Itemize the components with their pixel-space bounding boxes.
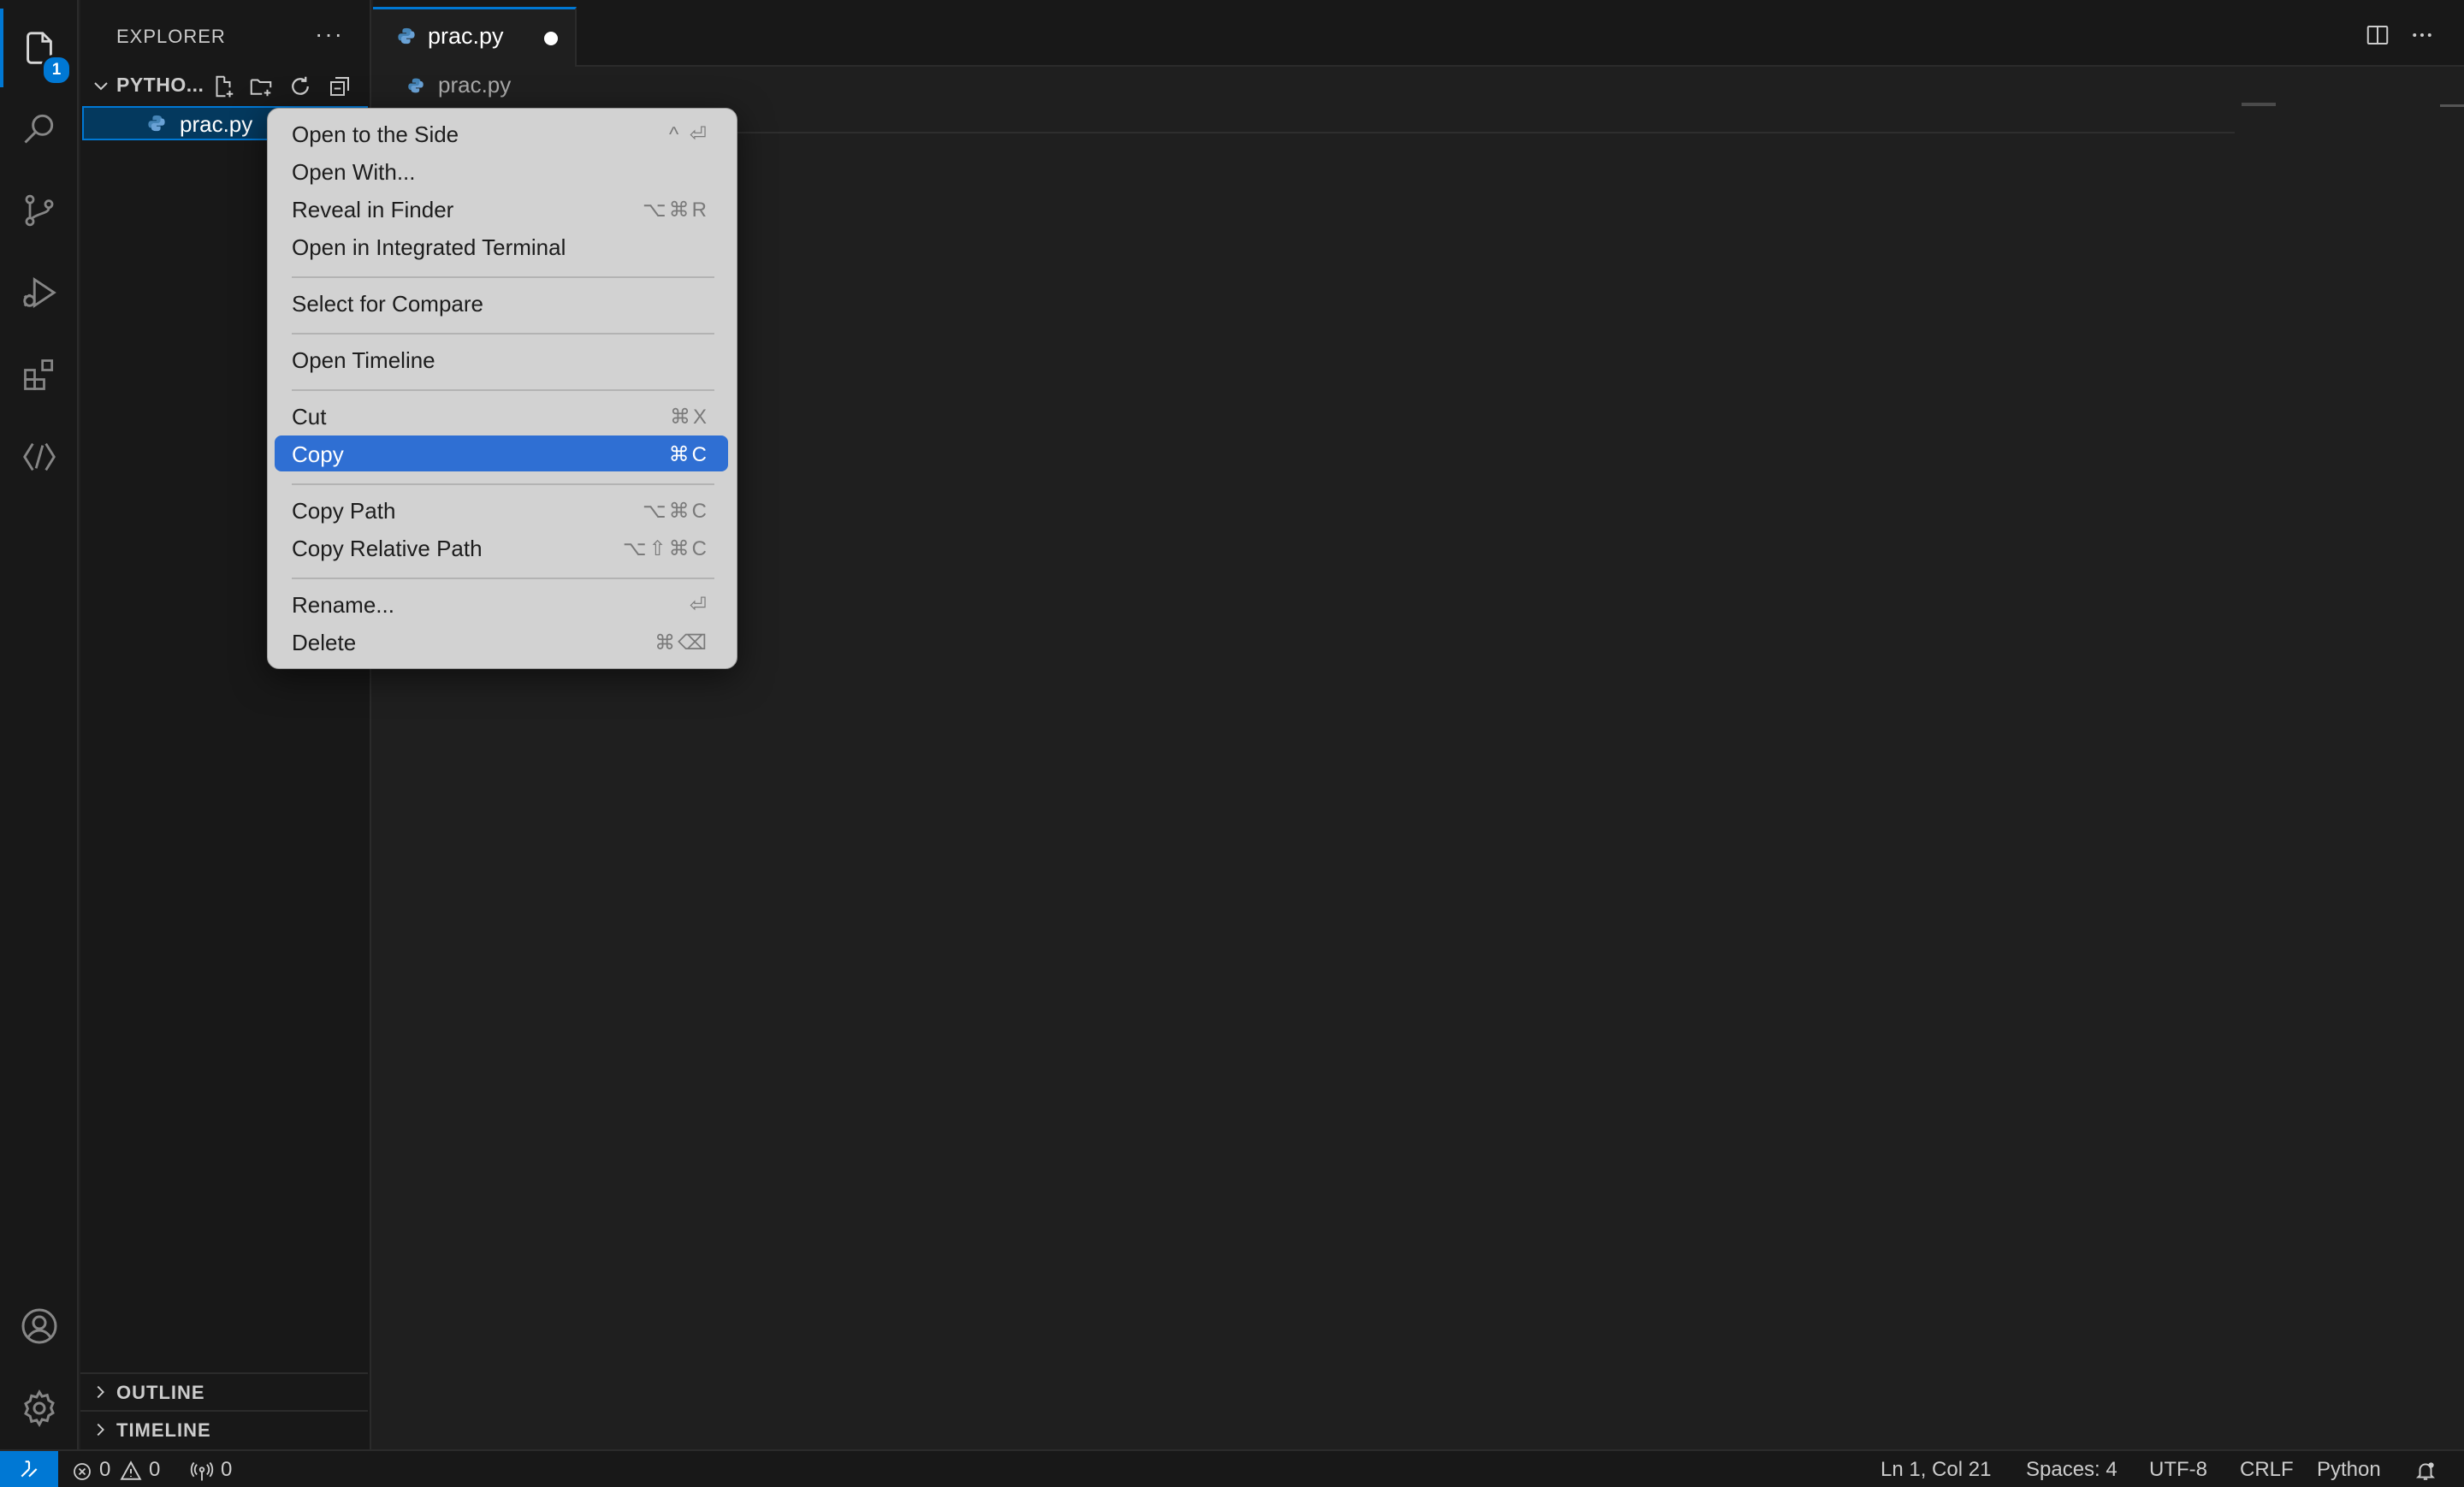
remote-explorer-icon[interactable] — [0, 418, 79, 496]
menu-item-shortcut: ⌘X — [669, 406, 709, 429]
menu-item-delete[interactable]: Delete ⌘⌫ — [275, 624, 728, 660]
menu-item-shortcut: ⌥⌘C — [643, 500, 709, 523]
warning-icon[interactable] — [120, 1460, 142, 1482]
notifications-bell-icon[interactable] — [2414, 1460, 2437, 1482]
menu-separator — [292, 578, 714, 579]
menu-item-shortcut: ^ ⏎ — [668, 123, 709, 146]
run-debug-icon[interactable] — [0, 253, 79, 332]
minimap[interactable] — [2242, 103, 2276, 106]
menu-item-shortcut: ⏎ — [689, 594, 709, 617]
outline-section[interactable]: OUTLINE — [80, 1372, 368, 1410]
status-bar: 0 0 0 Ln 1, Col 21 Spaces: 4 UTF-8 CRLF … — [0, 1449, 2464, 1487]
refresh-icon[interactable] — [287, 74, 313, 99]
collapse-all-icon[interactable] — [327, 74, 352, 99]
menu-item-open-in-terminal[interactable]: Open in Integrated Terminal — [275, 228, 728, 264]
python-file-icon — [408, 78, 424, 93]
activity-bar: 1 — [0, 0, 79, 1449]
new-folder-icon[interactable] — [248, 74, 274, 99]
indentation[interactable]: Spaces: 4 — [2026, 1458, 2118, 1482]
menu-item-open-timeline[interactable]: Open Timeline — [275, 341, 728, 377]
cursor-position[interactable]: Ln 1, Col 21 — [1881, 1458, 1991, 1482]
editor-tab-strip: prac.py — [373, 0, 2464, 67]
menu-item-label: Open to the Side — [292, 121, 459, 147]
breadcrumb-file: prac.py — [438, 72, 512, 98]
explorer-badge: 1 — [41, 55, 72, 86]
python-file-icon — [398, 27, 415, 44]
error-count[interactable]: 0 — [99, 1458, 110, 1482]
timeline-section[interactable]: TIMELINE — [80, 1410, 368, 1448]
menu-item-copy-relative-path[interactable]: Copy Relative Path ⌥⇧⌘C — [275, 530, 728, 566]
scrollbar[interactable] — [2440, 104, 2464, 107]
menu-item-select-for-compare[interactable]: Select for Compare — [275, 285, 728, 321]
menu-item-label: Open Timeline — [292, 347, 435, 373]
timeline-label: TIMELINE — [116, 1419, 211, 1441]
explorer-icon[interactable]: 1 — [0, 9, 79, 87]
menu-separator — [292, 483, 714, 485]
menu-separator — [292, 276, 714, 278]
settings-gear-icon[interactable] — [0, 1369, 79, 1448]
current-line-highlight — [737, 132, 2235, 133]
language-mode[interactable]: Python — [2317, 1458, 2381, 1482]
menu-separator — [292, 389, 714, 391]
menu-item-shortcut: ⌘C — [668, 443, 709, 466]
extensions-icon[interactable] — [0, 335, 79, 414]
menu-item-label: Open With... — [292, 159, 416, 185]
remote-indicator-button[interactable] — [0, 1451, 58, 1487]
ports-broadcast-icon[interactable] — [190, 1460, 214, 1484]
sidebar-title: EXPLORER — [116, 26, 226, 47]
unsaved-dot-icon[interactable] — [544, 32, 558, 45]
error-icon[interactable] — [72, 1461, 92, 1482]
python-file-icon — [148, 115, 165, 132]
menu-item-shortcut: ⌥⇧⌘C — [622, 537, 709, 560]
tab-label: prac.py — [428, 23, 504, 49]
sidebar-more-button[interactable]: ··· — [315, 21, 344, 48]
menu-item-label: Delete — [292, 630, 357, 655]
source-control-icon[interactable] — [0, 171, 79, 250]
search-icon[interactable] — [0, 89, 79, 168]
tab-prac-py[interactable]: prac.py — [373, 7, 577, 67]
menu-item-open-with[interactable]: Open With... — [275, 153, 728, 189]
new-file-icon[interactable] — [210, 74, 236, 99]
menu-item-label: Copy Relative Path — [292, 536, 483, 561]
end-of-line[interactable]: CRLF — [2240, 1458, 2294, 1482]
encoding[interactable]: UTF-8 — [2149, 1458, 2207, 1482]
accounts-icon[interactable] — [0, 1287, 79, 1366]
folder-row[interactable]: PYTHO... — [80, 68, 368, 103]
menu-item-label: Cut — [292, 404, 327, 430]
chevron-right-icon — [97, 1385, 104, 1399]
file-name: prac.py — [180, 111, 253, 137]
menu-item-label: Rename... — [292, 592, 394, 618]
menu-item-shortcut: ⌥⌘R — [643, 198, 709, 222]
chevron-right-icon — [97, 1423, 104, 1437]
chevron-down-icon — [94, 82, 108, 91]
menu-item-rename[interactable]: Rename... ⏎ — [275, 586, 728, 622]
warning-count[interactable]: 0 — [149, 1458, 160, 1482]
menu-item-copy[interactable]: Copy ⌘C — [275, 435, 728, 471]
menu-item-reveal-in-finder[interactable]: Reveal in Finder ⌥⌘R — [275, 191, 728, 227]
menu-item-open-to-side[interactable]: Open to the Side ^ ⏎ — [275, 116, 728, 151]
menu-item-label: Open in Integrated Terminal — [292, 234, 566, 260]
menu-item-label: Copy Path — [292, 498, 396, 524]
menu-separator — [292, 333, 714, 335]
folder-name: PYTHO... — [116, 74, 204, 96]
remote-icon — [21, 1460, 38, 1478]
more-actions-icon[interactable] — [2409, 22, 2435, 48]
menu-item-copy-path[interactable]: Copy Path ⌥⌘C — [275, 492, 728, 528]
ports-count[interactable]: 0 — [221, 1458, 232, 1482]
split-editor-icon[interactable] — [2365, 22, 2390, 48]
menu-item-label: Copy — [292, 441, 344, 467]
context-menu: Open to the Side ^ ⏎ Open With... Reveal… — [267, 108, 737, 669]
menu-item-label: Select for Compare — [292, 291, 483, 317]
menu-item-shortcut: ⌘⌫ — [654, 631, 709, 655]
menu-item-cut[interactable]: Cut ⌘X — [275, 398, 728, 434]
outline-label: OUTLINE — [116, 1382, 205, 1403]
menu-item-label: Reveal in Finder — [292, 197, 454, 222]
